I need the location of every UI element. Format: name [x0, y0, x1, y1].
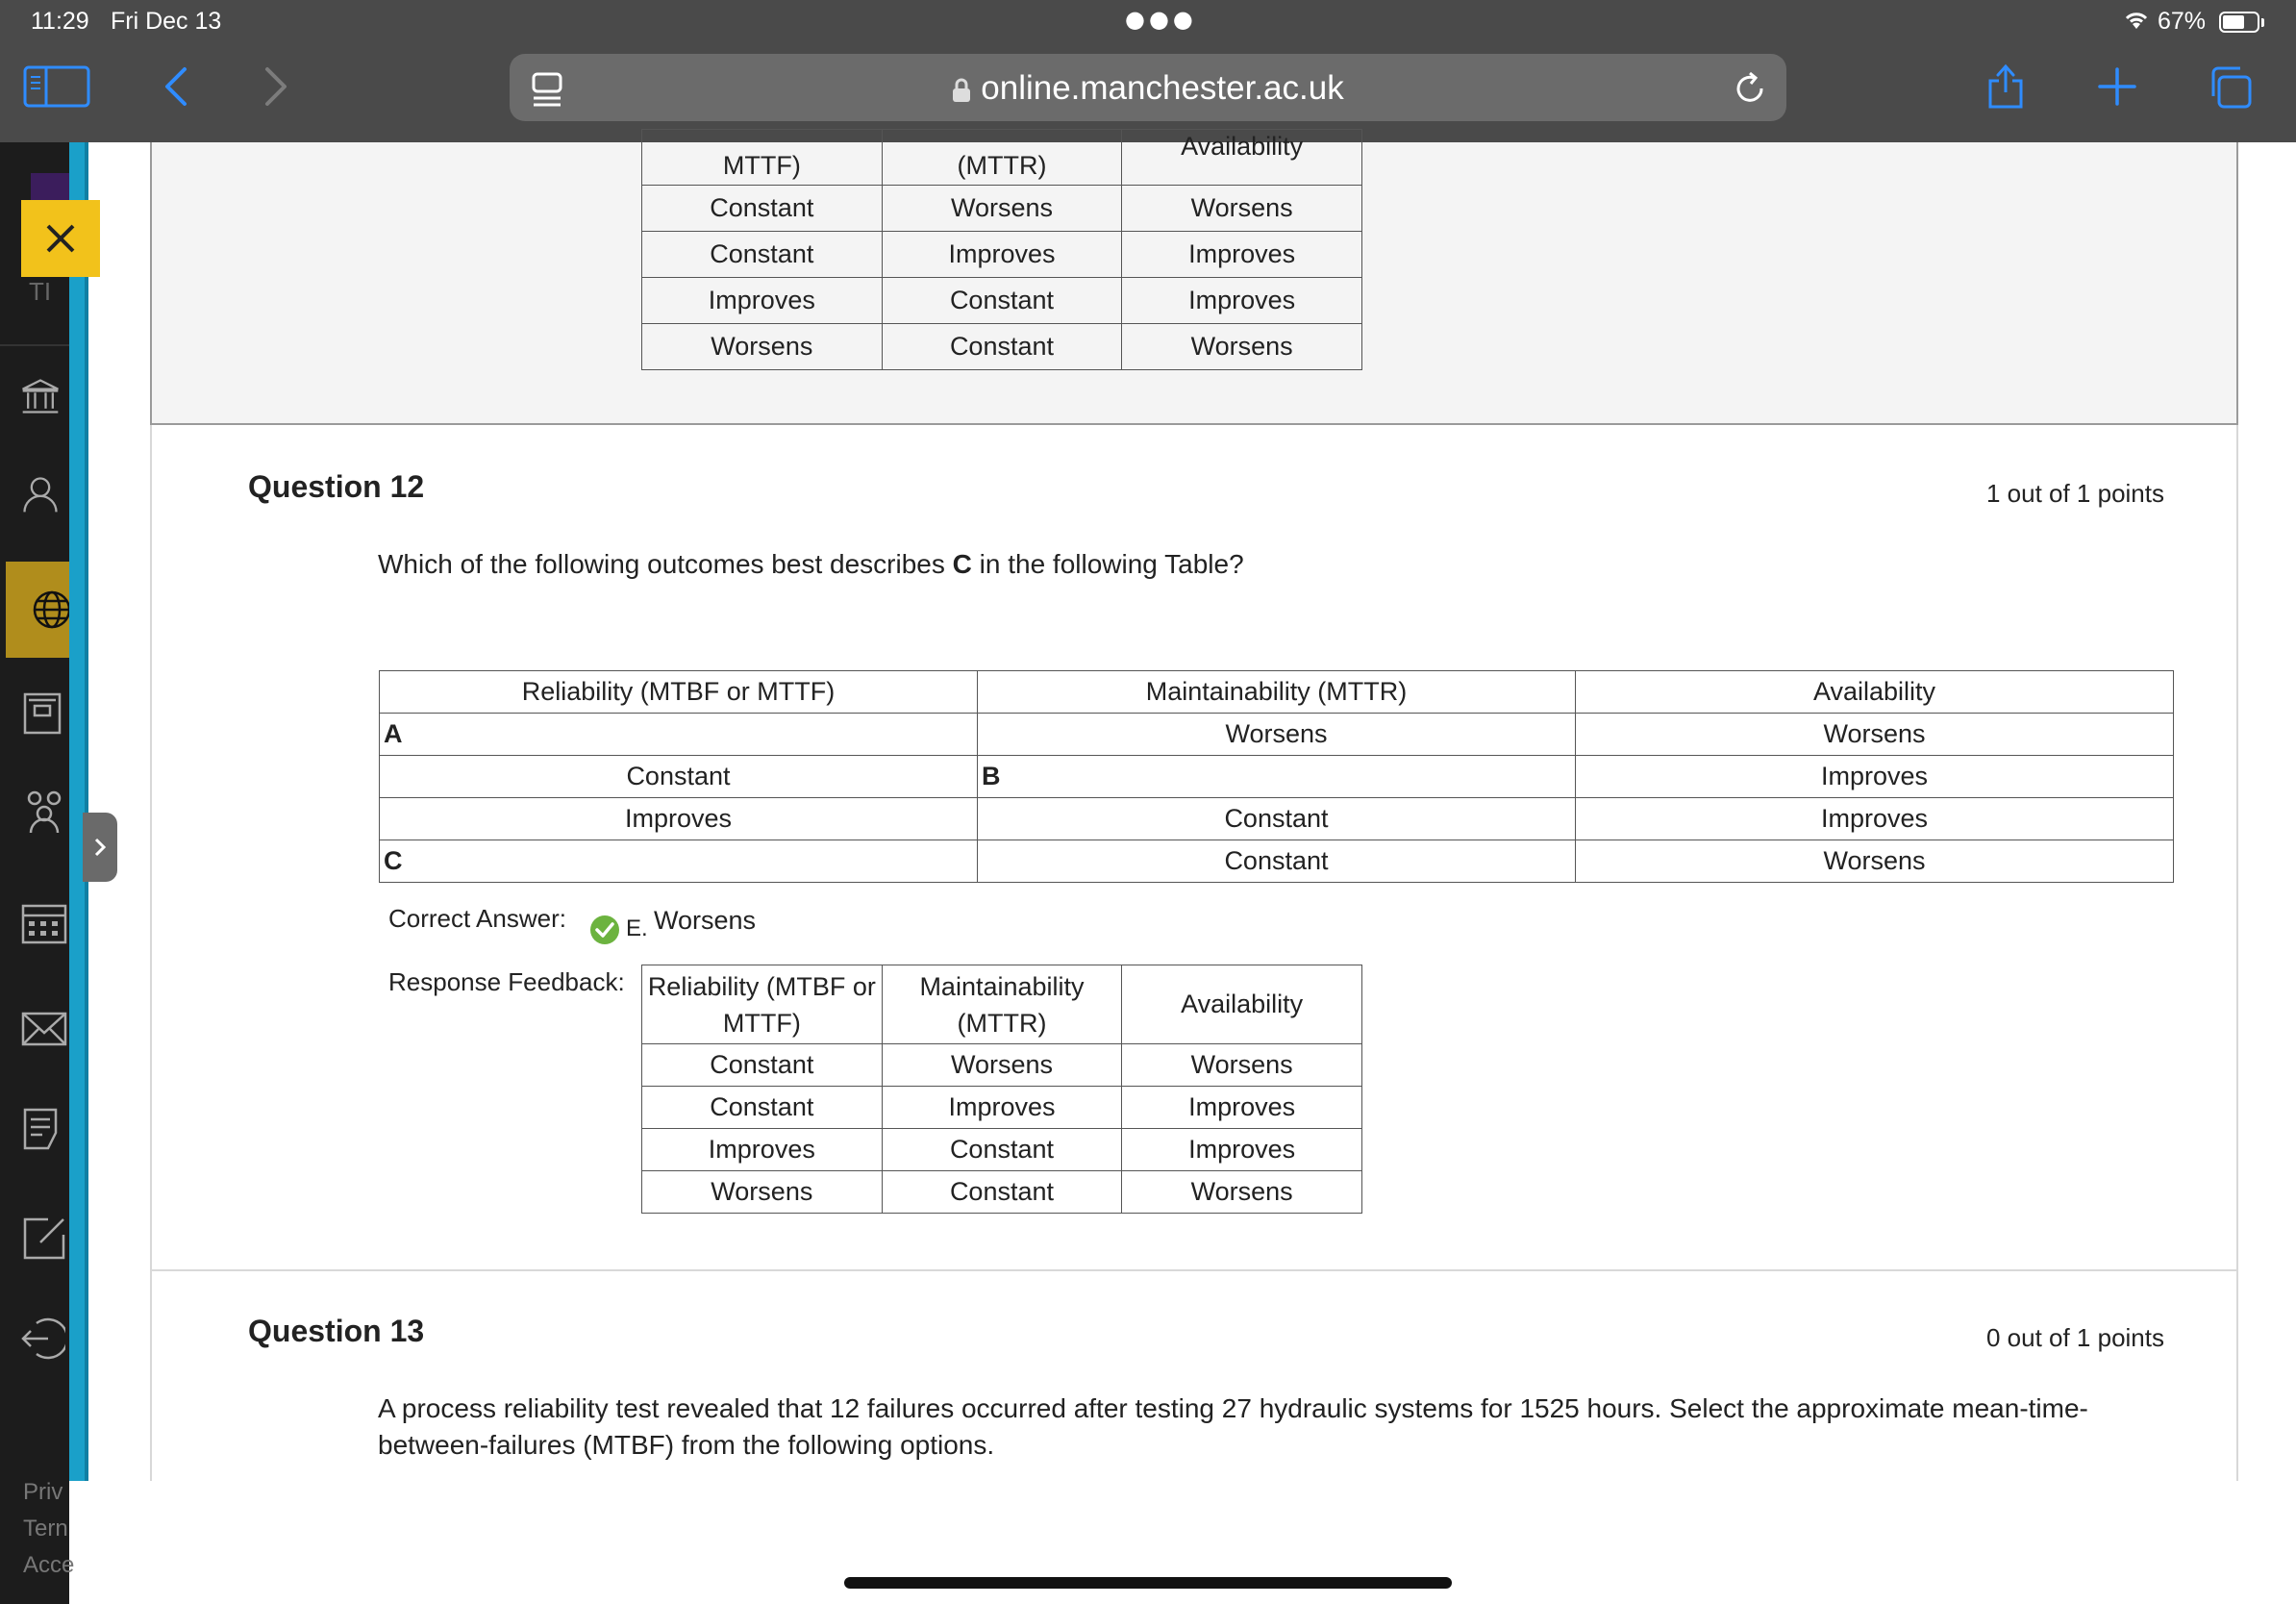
share-icon[interactable] — [1986, 62, 2025, 110]
wifi-icon — [2125, 13, 2148, 29]
response-feedback-label: Response Feedback: — [388, 967, 625, 996]
status-time: 11:29 — [31, 8, 89, 35]
status-bar: 11:29 Fri Dec 13 ●●● 67% — [0, 0, 2296, 46]
lock-icon — [953, 78, 971, 102]
table-cell: Worsens — [881, 185, 1123, 232]
multitasking-dots-icon[interactable]: ●●● — [1125, 6, 1197, 33]
reload-icon[interactable] — [1733, 71, 1767, 106]
edit-icon[interactable] — [21, 1216, 67, 1262]
table-cell: Improves — [641, 1128, 883, 1171]
question-12-points: 1 out of 1 points — [1985, 479, 2164, 508]
question-13-text: A process reliability test revealed that… — [378, 1393, 2088, 1460]
browser-toolbar: online.manchester.ac.uk — [0, 46, 2296, 142]
table-header-cell: Reliability (MTBF or MTTF) — [641, 965, 883, 1044]
table-cell: Improves — [881, 1086, 1123, 1129]
table-cell: Constant — [379, 755, 978, 798]
institution-icon[interactable] — [19, 375, 62, 417]
table-cell-placeholder-a: A — [379, 713, 978, 756]
table-header-cell: Maintainability (MTTR) — [881, 965, 1123, 1044]
tabs-overview-icon[interactable] — [2208, 65, 2254, 110]
globe-icon[interactable] — [29, 587, 75, 633]
table-cell: Constant — [881, 1128, 1123, 1171]
table-cell: Improves — [1575, 755, 2174, 798]
question-divider — [150, 1269, 2238, 1271]
organizations-icon[interactable] — [21, 690, 67, 737]
table-cell: Worsens — [1121, 323, 1362, 370]
question-12-text: Which of the following outcomes best des… — [378, 549, 1244, 579]
table-cell: Worsens — [881, 1043, 1123, 1087]
correct-answer-value: Worsens — [654, 906, 757, 935]
table-cell: Worsens — [1121, 185, 1362, 232]
question-12-title: Question 12 — [248, 469, 425, 504]
expand-sidebar-button[interactable] — [83, 813, 117, 882]
table-cell: Constant — [881, 277, 1123, 324]
close-panel-button[interactable] — [21, 200, 100, 277]
table-cell: Improves — [1121, 231, 1362, 278]
correct-answer-label: Correct Answer: — [388, 904, 566, 933]
previous-feedback-table: MTTF) (MTTR) Availability Constant Worse… — [641, 129, 1362, 370]
table-cell: Constant — [641, 185, 883, 232]
sidebar-footer-link[interactable]: Priv — [23, 1479, 62, 1506]
messages-icon[interactable] — [21, 1006, 67, 1052]
table-header-cell: Availability — [1575, 670, 2174, 714]
chevron-right-icon — [94, 838, 107, 857]
table-cell: Constant — [641, 1086, 883, 1129]
table-header-cell: Availability — [1121, 129, 1362, 186]
question-13-points: 0 out of 1 points — [1985, 1323, 2164, 1352]
back-arrow-icon[interactable] — [162, 65, 190, 108]
table-header-cell: MTTF) — [641, 129, 883, 186]
battery-percentage: 67% — [2158, 8, 2207, 35]
table-cell: Improves — [1121, 277, 1362, 324]
table-cell-placeholder-c: C — [379, 840, 978, 883]
address-bar[interactable]: online.manchester.ac.uk — [510, 54, 1786, 121]
table-cell: Constant — [976, 797, 1577, 840]
sidebar-truncated-label: TI — [29, 277, 52, 306]
table-cell: Improves — [641, 277, 883, 324]
table-cell: Constant — [881, 323, 1123, 370]
groups-icon[interactable] — [21, 789, 67, 835]
table-cell: Improves — [1575, 797, 2174, 840]
close-icon — [46, 224, 75, 253]
table-header-cell: Maintainability (MTTR) — [976, 670, 1577, 714]
table-cell: Worsens — [976, 713, 1577, 756]
table-cell: Improves — [1121, 1086, 1362, 1129]
new-tab-plus-icon[interactable] — [2098, 67, 2136, 106]
table-cell: Worsens — [641, 323, 883, 370]
sidebar-footer-link[interactable]: Acce — [23, 1552, 74, 1579]
calendar-icon[interactable] — [21, 900, 67, 946]
sidebar-toggle-icon[interactable] — [23, 65, 90, 108]
table-cell: Worsens — [1575, 840, 2174, 883]
status-date: Fri Dec 13 — [111, 8, 222, 35]
table-cell: Constant — [976, 840, 1577, 883]
table-cell-placeholder-b: B — [976, 755, 1577, 798]
url-text: online.manchester.ac.uk — [981, 69, 1344, 107]
table-cell: Worsens — [1575, 713, 2174, 756]
table-header-cell: (MTTR) — [881, 129, 1123, 186]
table-cell: Worsens — [641, 1170, 883, 1214]
sidebar-footer-link[interactable]: Tern — [23, 1516, 68, 1542]
lms-sidebar: TI — [0, 142, 69, 1604]
table-cell: Worsens — [1121, 1043, 1362, 1087]
table-header-cell: Reliability (MTBF or MTTF) — [379, 670, 978, 714]
forward-arrow-icon[interactable] — [262, 65, 290, 108]
table-header-cell: Availability — [1121, 965, 1362, 1044]
response-feedback-table: Reliability (MTBF or MTTF) Maintainabili… — [641, 965, 1362, 1214]
grades-icon[interactable] — [21, 1106, 67, 1152]
table-cell: Improves — [1121, 1128, 1362, 1171]
question-12-table: Reliability (MTBF or MTTF) Maintainabili… — [379, 670, 2174, 883]
question-13-title: Question 13 — [248, 1314, 425, 1348]
table-cell: Worsens — [1121, 1170, 1362, 1214]
battery-icon — [2219, 12, 2259, 33]
table-cell: Constant — [881, 1170, 1123, 1214]
profile-icon[interactable] — [19, 473, 62, 515]
table-cell: Constant — [641, 1043, 883, 1087]
sign-out-icon[interactable] — [19, 1316, 65, 1362]
table-cell: Improves — [379, 797, 978, 840]
table-cell: Improves — [881, 231, 1123, 278]
correct-answer-letter: E. — [626, 915, 648, 941]
correct-check-icon — [590, 915, 619, 944]
home-indicator[interactable] — [844, 1577, 1452, 1589]
table-cell: Constant — [641, 231, 883, 278]
